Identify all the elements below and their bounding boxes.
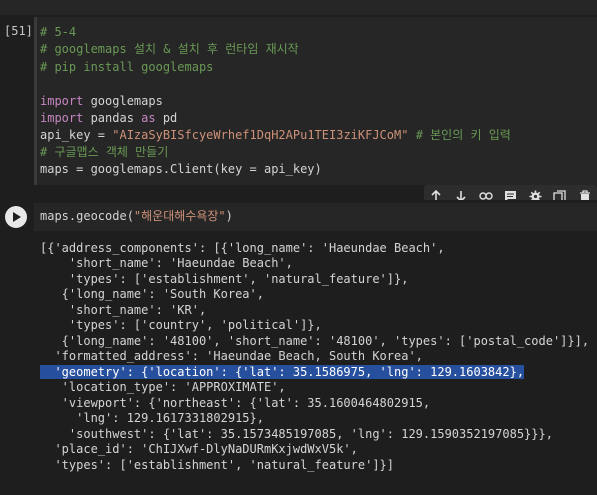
output-line: [{'address_components': [{'long_name': '… bbox=[40, 241, 445, 255]
code-text: googlemaps bbox=[83, 94, 163, 108]
code-line: # googlemaps 설치 & 설치 후 런타임 재시작 bbox=[40, 42, 299, 56]
output-line-selected: 'geometry': {'location': {'lat': 35.1586… bbox=[40, 365, 525, 381]
code-line: import pandas as pd bbox=[40, 110, 177, 126]
output-line: 'place_id': 'ChIJXwf-DlyNaDURmKxjwdWxV5k… bbox=[40, 442, 358, 456]
top-strip bbox=[0, 0, 597, 15]
string-literal: "해운대해수욕장" bbox=[133, 209, 226, 223]
code-text: pd bbox=[155, 111, 178, 125]
code-comment: # 본인의 키 입력 bbox=[408, 128, 511, 142]
output-line: 'types': ['establishment', 'natural_feat… bbox=[40, 458, 395, 472]
code-text: maps.geocode( bbox=[40, 209, 134, 223]
code-line: # 구글맵스 객체 만들기 bbox=[40, 145, 169, 159]
keyword: as bbox=[141, 111, 156, 125]
run-cell-button[interactable] bbox=[5, 206, 27, 228]
output-line: {'long_name': 'South Korea', bbox=[40, 287, 264, 301]
play-icon bbox=[13, 212, 21, 222]
output-line: 'viewport': {'northeast': {'lat': 35.160… bbox=[40, 396, 431, 410]
output-line: 'types': ['country', 'political']}, bbox=[40, 318, 322, 332]
output-line: 'short_name': 'KR', bbox=[40, 303, 207, 317]
selected-text[interactable]: 'geometry': {'location': {'lat': 35.1586… bbox=[40, 365, 525, 379]
output-line: 'southwest': {'lat': 35.1573485197085, '… bbox=[40, 427, 553, 441]
output-line: 'formatted_address': 'Haeundae Beach, So… bbox=[40, 349, 423, 363]
code-line: # 5-4 bbox=[40, 25, 77, 39]
code-line: maps.geocode("해운대해수욕장") bbox=[40, 208, 233, 224]
output-line: {'long_name': '48100', 'short_name': '48… bbox=[40, 334, 590, 348]
execution-count: [51] bbox=[4, 24, 33, 38]
output-line: 'types': ['establishment', 'natural_feat… bbox=[40, 272, 409, 286]
code-line: import googlemaps bbox=[40, 93, 163, 109]
output-line: 'lng': 129.1617331802915}, bbox=[40, 411, 264, 425]
keyword: import bbox=[40, 111, 84, 125]
code-text: pandas bbox=[83, 111, 142, 125]
code-line: # pip install googlemaps bbox=[40, 60, 214, 74]
keyword: import bbox=[40, 94, 84, 108]
code-line: maps = googlemaps.Client(key = api_key) bbox=[40, 162, 322, 176]
string-literal: "AIzaSyBISfcyeWrhef1DqH2APu1TEI3ziKFJCoM… bbox=[112, 128, 409, 142]
code-text: ) bbox=[225, 209, 233, 223]
code-text: api_key = bbox=[40, 128, 113, 142]
output-line: 'location_type': 'APPROXIMATE', bbox=[40, 380, 286, 394]
output-line: 'short_name': 'Haeundae Beach', bbox=[40, 256, 293, 270]
code-line: api_key = "AIzaSyBISfcyeWrhef1DqH2APu1TE… bbox=[40, 127, 511, 143]
